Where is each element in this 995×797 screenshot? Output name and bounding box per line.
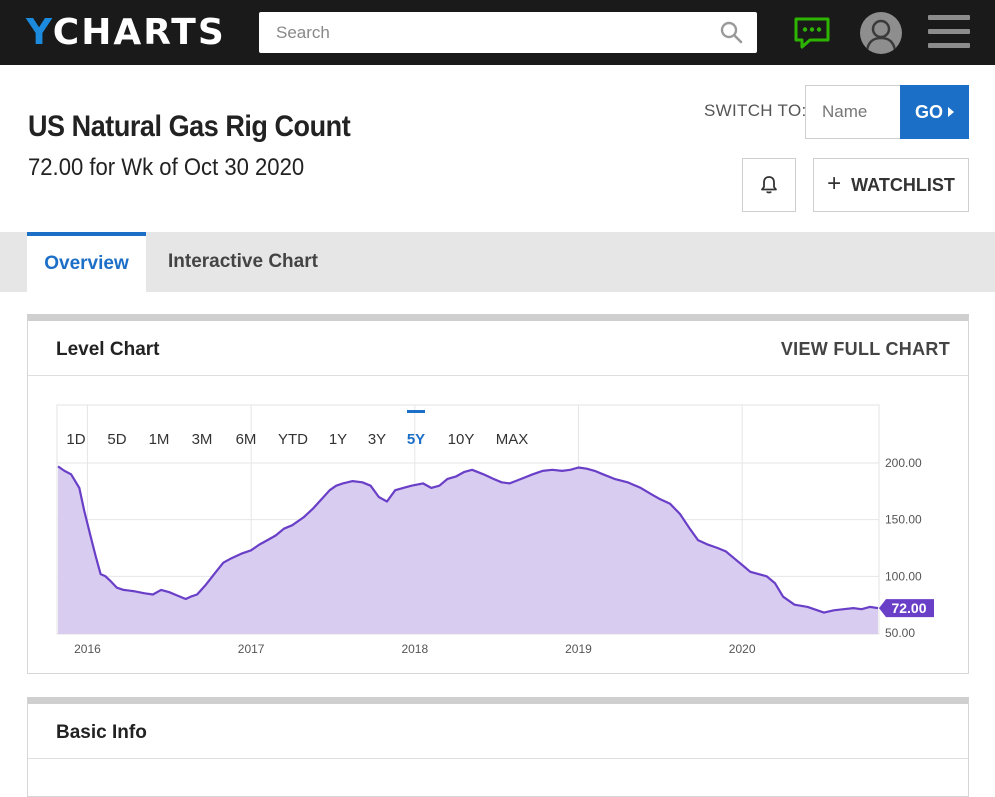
range-button-5d[interactable]: 5D [107,431,126,448]
tab-interactive-chart[interactable]: Interactive Chart [168,232,318,292]
user-avatar[interactable] [860,12,902,54]
page-subtitle: 72.00 for Wk of Oct 30 2020 [28,154,305,181]
hamburger-menu-icon[interactable] [928,15,970,51]
tab-overview[interactable]: Overview [27,232,146,292]
search-box [259,12,757,53]
level-chart-plot[interactable]: 200.00 150.00 100.00 50.00 2016 2017 2018 2019 2… [28,321,968,674]
go-label: GO [914,101,943,122]
user-silhouette-icon [865,19,897,51]
go-arrow-icon [948,107,954,117]
basic-info-header: Basic Info [28,704,968,759]
y-tick-label: 100.00 [885,569,922,583]
basic-info-title: Basic Info [56,722,147,743]
y-tick-label: 200.00 [885,456,922,470]
active-range-indicator [407,410,425,413]
go-button[interactable]: GO [900,85,969,139]
range-button-3y[interactable]: 3Y [368,431,386,448]
ycharts-logo[interactable]: YCHARTS [26,13,226,53]
watchlist-button[interactable]: + WATCHLIST [813,158,969,212]
menu-bar [928,43,970,48]
switch-to-label: SWITCH TO: [704,101,807,120]
menu-bar [928,15,970,20]
alert-bell-button[interactable] [742,158,796,212]
logo-y: Y [26,12,53,53]
plus-icon: + [827,170,842,197]
basic-info-card: Basic Info [27,697,969,797]
range-button-1d[interactable]: 1D [66,431,85,448]
top-nav-bar: YCHARTS [0,0,995,65]
x-tick-label: 2016 [74,642,101,656]
y-tick-label: 50.00 [885,626,915,640]
last-value-label: 72.00 [891,600,926,616]
level-chart-card: Level Chart VIEW FULL CHART 200.00 150.00… [27,314,969,674]
range-button-3m[interactable]: 3M [192,431,213,448]
x-tick-label: 2017 [238,642,265,656]
bell-icon [761,176,777,194]
switch-to-name-input[interactable] [805,85,901,139]
tabs-bar: Overview Interactive Chart [0,232,995,292]
range-button-10y[interactable]: 10Y [448,431,475,448]
range-button-6m[interactable]: 6M [236,431,257,448]
search-input[interactable] [259,12,709,53]
x-tick-label: 2019 [565,642,592,656]
y-tick-label: 150.00 [885,513,922,527]
x-tick-label: 2018 [401,642,428,656]
search-icon[interactable] [719,20,743,44]
x-tick-label: 2020 [729,642,756,656]
chat-icon[interactable] [793,16,831,50]
watchlist-label: WATCHLIST [851,174,955,195]
page-title: US Natural Gas Rig Count [28,110,351,143]
range-button-5y[interactable]: 5Y [407,431,425,448]
range-button-ytd[interactable]: YTD [278,431,308,448]
menu-bar [928,29,970,34]
range-button-max[interactable]: MAX [496,431,529,448]
range-button-1y[interactable]: 1Y [329,431,347,448]
range-button-1m[interactable]: 1M [149,431,170,448]
logo-text: CHARTS [52,12,226,53]
